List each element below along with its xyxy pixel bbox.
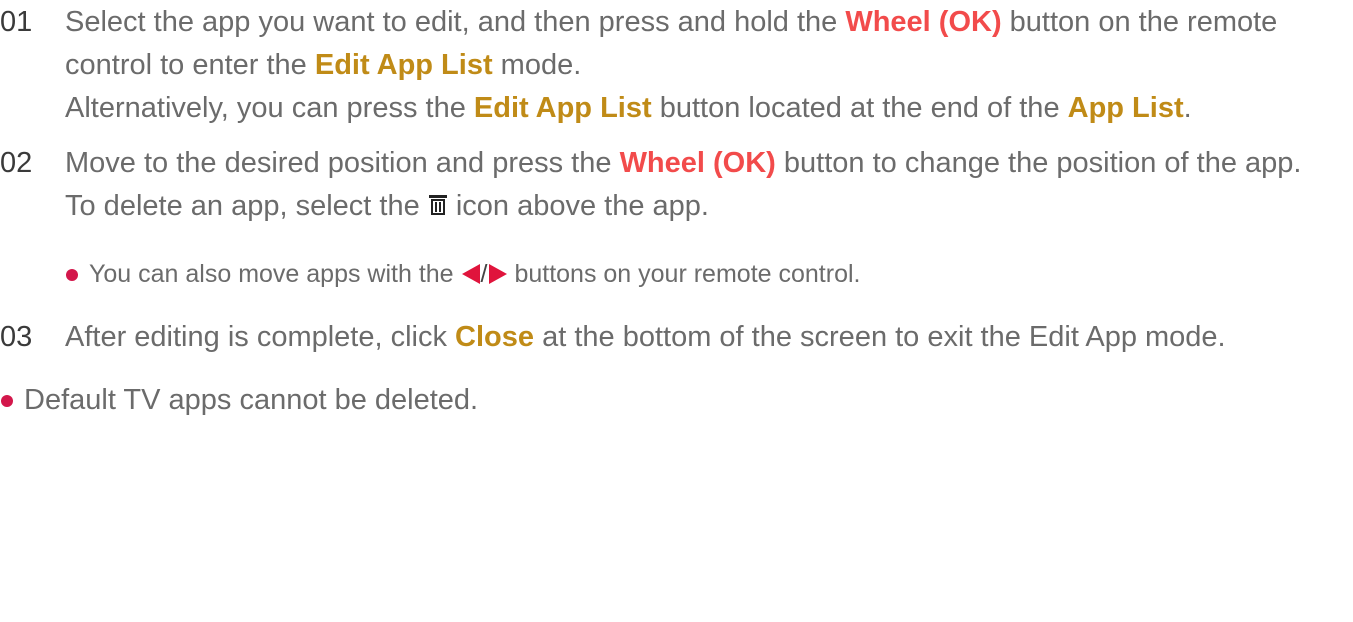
step-number: 01 — [0, 6, 33, 38]
ui-term: Edit App List — [314, 49, 493, 81]
left-arrow-icon — [461, 256, 481, 299]
step-number: 02 — [0, 147, 33, 179]
step-text-delete: To delete an app, select the icon above … — [65, 185, 1333, 231]
remote-button-term: Wheel (OK) — [619, 147, 776, 179]
instructions: 01 Select the app you want to edit, and … — [0, 0, 1353, 422]
ui-term: Close — [455, 321, 535, 353]
right-arrow-icon — [488, 256, 508, 299]
bullet-dot — [66, 269, 78, 281]
step-text: Move to the desired position and press t… — [65, 147, 1302, 179]
bullet-dot — [1, 395, 13, 407]
step-text: After editing is complete, click Close a… — [65, 321, 1226, 353]
ui-term: Edit App List — [473, 92, 652, 124]
trash-icon — [428, 188, 448, 231]
step-03: 03 After editing is complete, click Clos… — [0, 316, 1353, 359]
note-bullet: Default TV apps cannot be deleted. — [0, 379, 1353, 422]
step-02: 02 Move to the desired position and pres… — [0, 142, 1353, 299]
step-01: 01 Select the app you want to edit, and … — [0, 1, 1353, 130]
sub-bullet: You can also move apps with the / button… — [65, 253, 1333, 299]
step-text-alt: Alternatively, you can press the Edit Ap… — [65, 92, 1192, 124]
step-number: 03 — [0, 321, 33, 353]
note-text: Default TV apps cannot be deleted. — [24, 384, 479, 416]
remote-button-term: Wheel (OK) — [845, 6, 1002, 38]
ui-term: App List — [1067, 92, 1184, 124]
step-text: Select the app you want to edit, and the… — [65, 6, 1278, 81]
